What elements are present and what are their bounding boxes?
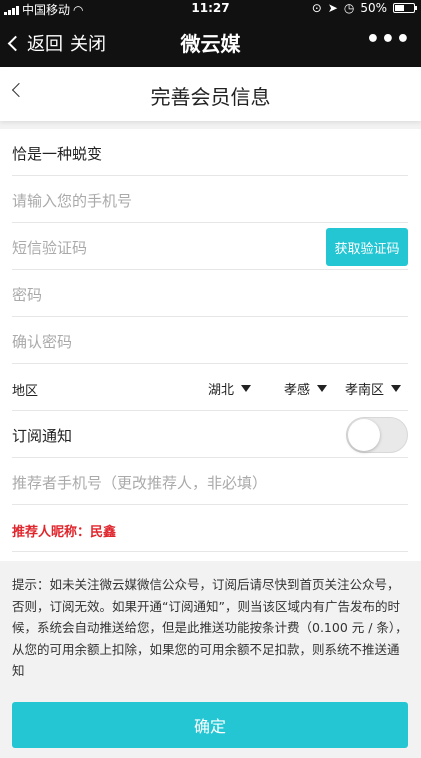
wechat-title: 微云媒 [180, 32, 241, 56]
battery-percent: 50% [360, 1, 387, 15]
phone-input[interactable]: 请输入您的手机号 [12, 190, 132, 211]
clock-icon: ◷ [343, 1, 355, 15]
phone-row[interactable]: 请输入您的手机号 [12, 176, 408, 223]
subscribe-row: 订阅通知 [12, 411, 408, 458]
page-header: 完善会员信息 [0, 67, 421, 121]
sms-code-input[interactable]: 短信验证码 [12, 237, 87, 258]
alarm-icon: ⊙ [311, 1, 322, 15]
region-label: 地区 [12, 384, 39, 399]
province-select[interactable]: 湖北 [208, 379, 252, 398]
confirm-password-row[interactable]: 确认密码 [12, 317, 408, 364]
province-value: 湖北 [208, 383, 235, 398]
nickname-row[interactable]: 恰是一种蜕变 [12, 129, 408, 176]
referrer-row[interactable]: 推荐者手机号（更改推荐人，非必填） [12, 458, 408, 505]
password-row[interactable]: 密码 [12, 270, 408, 317]
district-select[interactable]: 孝南区 [345, 379, 402, 398]
region-row: 地区 湖北 孝感 孝南区 [12, 364, 408, 411]
toggle-knob [348, 419, 380, 451]
nickname-field[interactable]: 恰是一种蜕变 [12, 143, 102, 164]
referrer-phone-input[interactable]: 推荐者手机号（更改推荐人，非必填） [12, 472, 267, 493]
caret-down-icon [317, 385, 328, 392]
district-value: 孝南区 [345, 383, 385, 398]
subscribe-label: 订阅通知 [12, 427, 73, 445]
caret-down-icon [391, 385, 402, 392]
city-select[interactable]: 孝感 [284, 379, 328, 398]
referrer-nickname-row: 推荐人昵称：民鑫 [12, 505, 408, 552]
caret-down-icon [241, 385, 252, 392]
sms-code-row[interactable]: 短信验证码 获取验证码 [12, 223, 408, 270]
referrer-nickname: 推荐人昵称：民鑫 [12, 525, 117, 540]
confirm-password-input[interactable]: 确认密码 [12, 331, 72, 352]
city-value: 孝感 [284, 383, 311, 398]
status-bar: 中国移动 ◠ 11:27 ⊙ ➤ ◷ 50% [0, 0, 421, 18]
password-input[interactable]: 密码 [12, 284, 42, 305]
get-code-button[interactable]: 获取验证码 [326, 228, 408, 266]
wechat-nav-bar: 返回 关闭 微云媒 ••• [0, 18, 421, 67]
member-info-form: 恰是一种蜕变 请输入您的手机号 短信验证码 获取验证码 密码 确认密码 地区 湖… [0, 129, 421, 561]
notice-text: 提示：如未关注微云媒微信公众号，订阅后请尽快到首页关注公众号，否则，订阅无效。如… [12, 577, 408, 678]
confirm-button[interactable]: 确定 [12, 702, 408, 748]
location-icon: ➤ [327, 1, 338, 15]
subscribe-toggle[interactable] [346, 417, 408, 453]
page-title: 完善会员信息 [150, 85, 271, 109]
battery-icon [393, 3, 417, 13]
status-right: ⊙ ➤ ◷ 50% [311, 1, 417, 15]
more-options-button[interactable]: ••• [366, 27, 411, 52]
